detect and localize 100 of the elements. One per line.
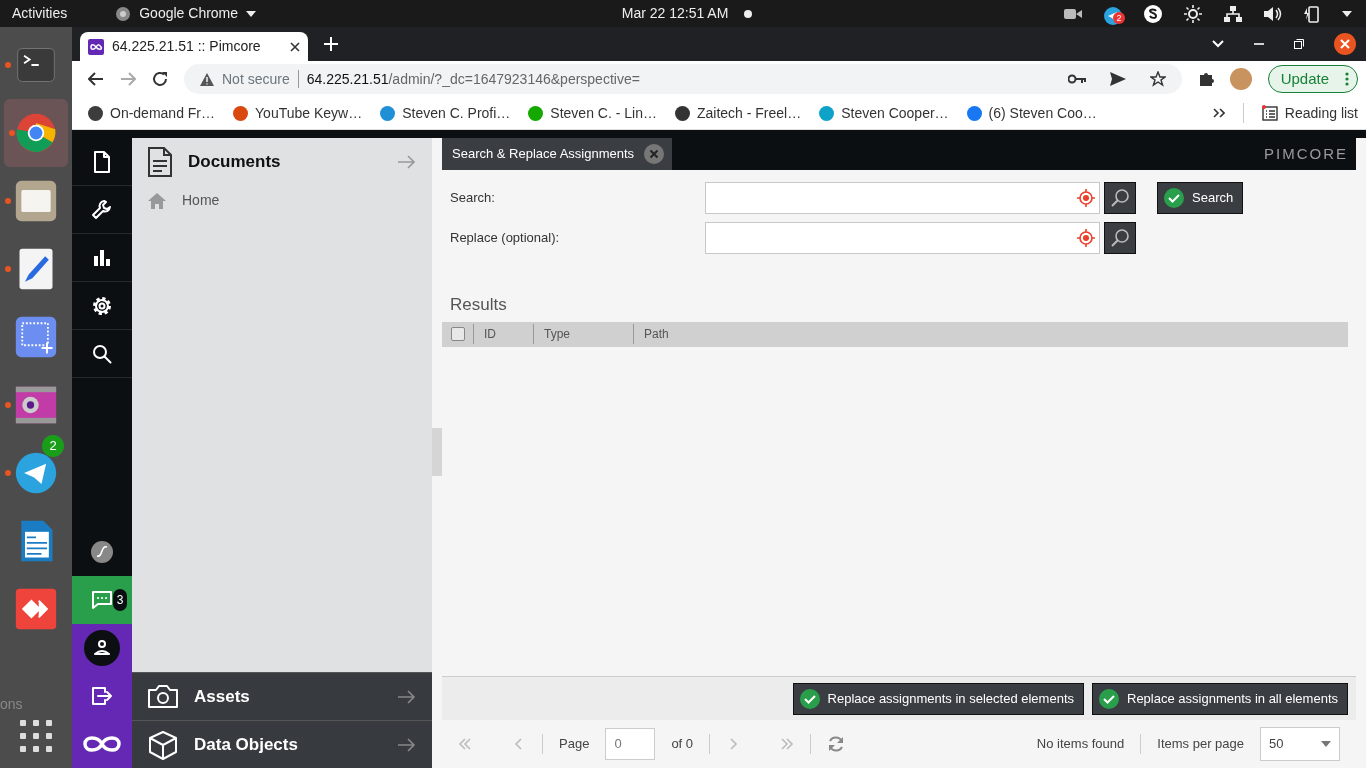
brand-logo: PIMCORE	[1264, 143, 1348, 164]
field-label: Replace (optional):	[450, 229, 561, 248]
telegram-app-icon	[14, 451, 58, 495]
key-icon[interactable]	[1067, 74, 1086, 84]
caret-icon	[1321, 741, 1331, 747]
search-icon	[1110, 188, 1130, 208]
new-tab-icon[interactable]	[324, 37, 338, 51]
search-button[interactable]	[1104, 222, 1136, 254]
panel-title: Data Objects	[194, 733, 299, 756]
activities-button[interactable]: Activities	[8, 3, 68, 24]
documents-panel-header[interactable]: Documents	[132, 138, 432, 186]
bookmark[interactable]: Zaitech - Freel…	[674, 102, 802, 124]
back-icon[interactable]	[88, 72, 104, 86]
more-icon	[1345, 72, 1349, 86]
home-icon	[148, 192, 166, 209]
browser-tab[interactable]: 64.225.21.51 :: Pimcore	[80, 32, 308, 61]
bookmark[interactable]: (6) Steven Coo…	[966, 102, 1097, 124]
section-title: Results	[450, 295, 507, 314]
clock[interactable]: Mar 22 12:51 AM	[621, 3, 729, 24]
address-bar[interactable]: Not secure 64.225.21.51/admin/?_dc=1647923146&perspective=	[184, 64, 1182, 94]
notification-badge: 3	[113, 589, 127, 611]
bookmark[interactable]: On-demand Fr…	[88, 102, 216, 124]
files-app-icon	[14, 179, 58, 223]
star-icon[interactable]	[1149, 71, 1166, 87]
url-text: 64.225.21.51/admin/?_dc=1647923146&perspective=	[306, 69, 640, 89]
chat-icon[interactable]	[91, 590, 113, 610]
send-icon[interactable]	[1109, 72, 1126, 86]
search-button[interactable]	[1104, 182, 1136, 214]
pimcore-favicon-icon	[88, 38, 104, 55]
more-bookmarks-icon[interactable]	[1212, 108, 1225, 118]
scrollbar[interactable]	[1356, 138, 1366, 768]
column-header[interactable]: ID	[484, 327, 496, 341]
brightness-icon[interactable]	[1184, 4, 1202, 23]
chrome-app-icon	[14, 111, 58, 155]
tree-item[interactable]: Home	[132, 186, 432, 215]
panel-header[interactable]: Assets	[132, 672, 432, 720]
column-header[interactable]: Path	[644, 327, 669, 341]
caret-icon[interactable]	[1342, 10, 1352, 17]
close-icon[interactable]	[290, 41, 300, 52]
cube-icon	[148, 729, 178, 760]
chevron-down-icon[interactable]	[1212, 40, 1224, 48]
checkbox[interactable]	[450, 327, 465, 341]
column-header[interactable]: Type	[544, 327, 570, 341]
status-text: No items found	[1036, 735, 1125, 754]
target-icon[interactable]	[1077, 189, 1095, 207]
reading-list-button[interactable]: Reading list	[1261, 102, 1358, 124]
page-input[interactable]: 0	[605, 728, 656, 760]
replace-button[interactable]: Replace assignments in selected elements	[792, 682, 1084, 715]
avatar-icon[interactable]	[1229, 68, 1252, 90]
wrench-icon[interactable]	[90, 197, 114, 222]
items-per-page-label: Items per page	[1157, 735, 1244, 754]
network-icon[interactable]	[1224, 5, 1242, 22]
bookmark[interactable]: YouTube Keyw…	[233, 102, 363, 124]
bookmark[interactable]: Steven C. - Lin…	[528, 102, 657, 124]
remote-app-icon	[14, 587, 58, 631]
notification-badge: 2	[42, 435, 64, 457]
security-label: Not secure	[222, 69, 290, 89]
page-count: of 0	[671, 735, 694, 754]
extensions-icon[interactable]	[1197, 71, 1214, 87]
warning-icon	[200, 72, 214, 86]
check-icon	[1099, 688, 1119, 709]
bookmark[interactable]: Steven C. Profi…	[380, 102, 511, 124]
video-camera-icon[interactable]	[1064, 7, 1082, 20]
notification-dot-icon	[744, 9, 752, 18]
replace-button[interactable]: Replace assignments in all elements	[1092, 682, 1348, 715]
app-grid-icon[interactable]	[20, 720, 52, 752]
target-icon[interactable]	[1077, 229, 1095, 247]
panel-title: Documents	[188, 151, 282, 174]
bookmark[interactable]: Steven Cooper…	[819, 102, 949, 124]
background-text: ons	[0, 695, 23, 714]
input-field[interactable]	[705, 222, 1100, 254]
editor-tab[interactable]: Search & Replace Assignments	[442, 138, 673, 170]
chat-app-icon[interactable]	[1144, 4, 1162, 23]
battery-icon[interactable]	[1304, 4, 1320, 23]
panel-title: Assets	[194, 685, 251, 708]
search-button[interactable]: Search	[1157, 182, 1244, 214]
app-icon	[115, 5, 132, 22]
logout-icon[interactable]	[92, 687, 112, 705]
screenshot-app-icon	[14, 315, 58, 359]
field-label: Search:	[450, 189, 496, 208]
collapse-handle[interactable]	[432, 428, 442, 476]
app-menu[interactable]: Google Chrome	[139, 3, 239, 24]
volume-icon[interactable]	[1264, 5, 1282, 22]
document-icon	[148, 147, 172, 177]
reload-icon[interactable]	[152, 71, 168, 87]
user-icon[interactable]	[84, 630, 120, 666]
caret-icon	[246, 10, 257, 17]
close-icon[interactable]	[1334, 33, 1356, 55]
dock-item[interactable]	[4, 99, 68, 167]
items-per-page-select[interactable]: 50	[1260, 727, 1340, 761]
refresh-icon[interactable]	[827, 735, 846, 753]
input-field[interactable]	[705, 182, 1100, 214]
restore-icon[interactable]	[1294, 39, 1304, 49]
arrow-right-icon[interactable]	[398, 689, 416, 704]
check-icon	[799, 688, 820, 709]
pimcore-logo-icon[interactable]	[82, 733, 122, 755]
update-button[interactable]: Update	[1267, 65, 1358, 93]
panel-header[interactable]: Data Objects	[132, 720, 432, 768]
framework-logo-icon[interactable]	[91, 541, 113, 563]
arrow-right-icon[interactable]	[398, 737, 416, 752]
